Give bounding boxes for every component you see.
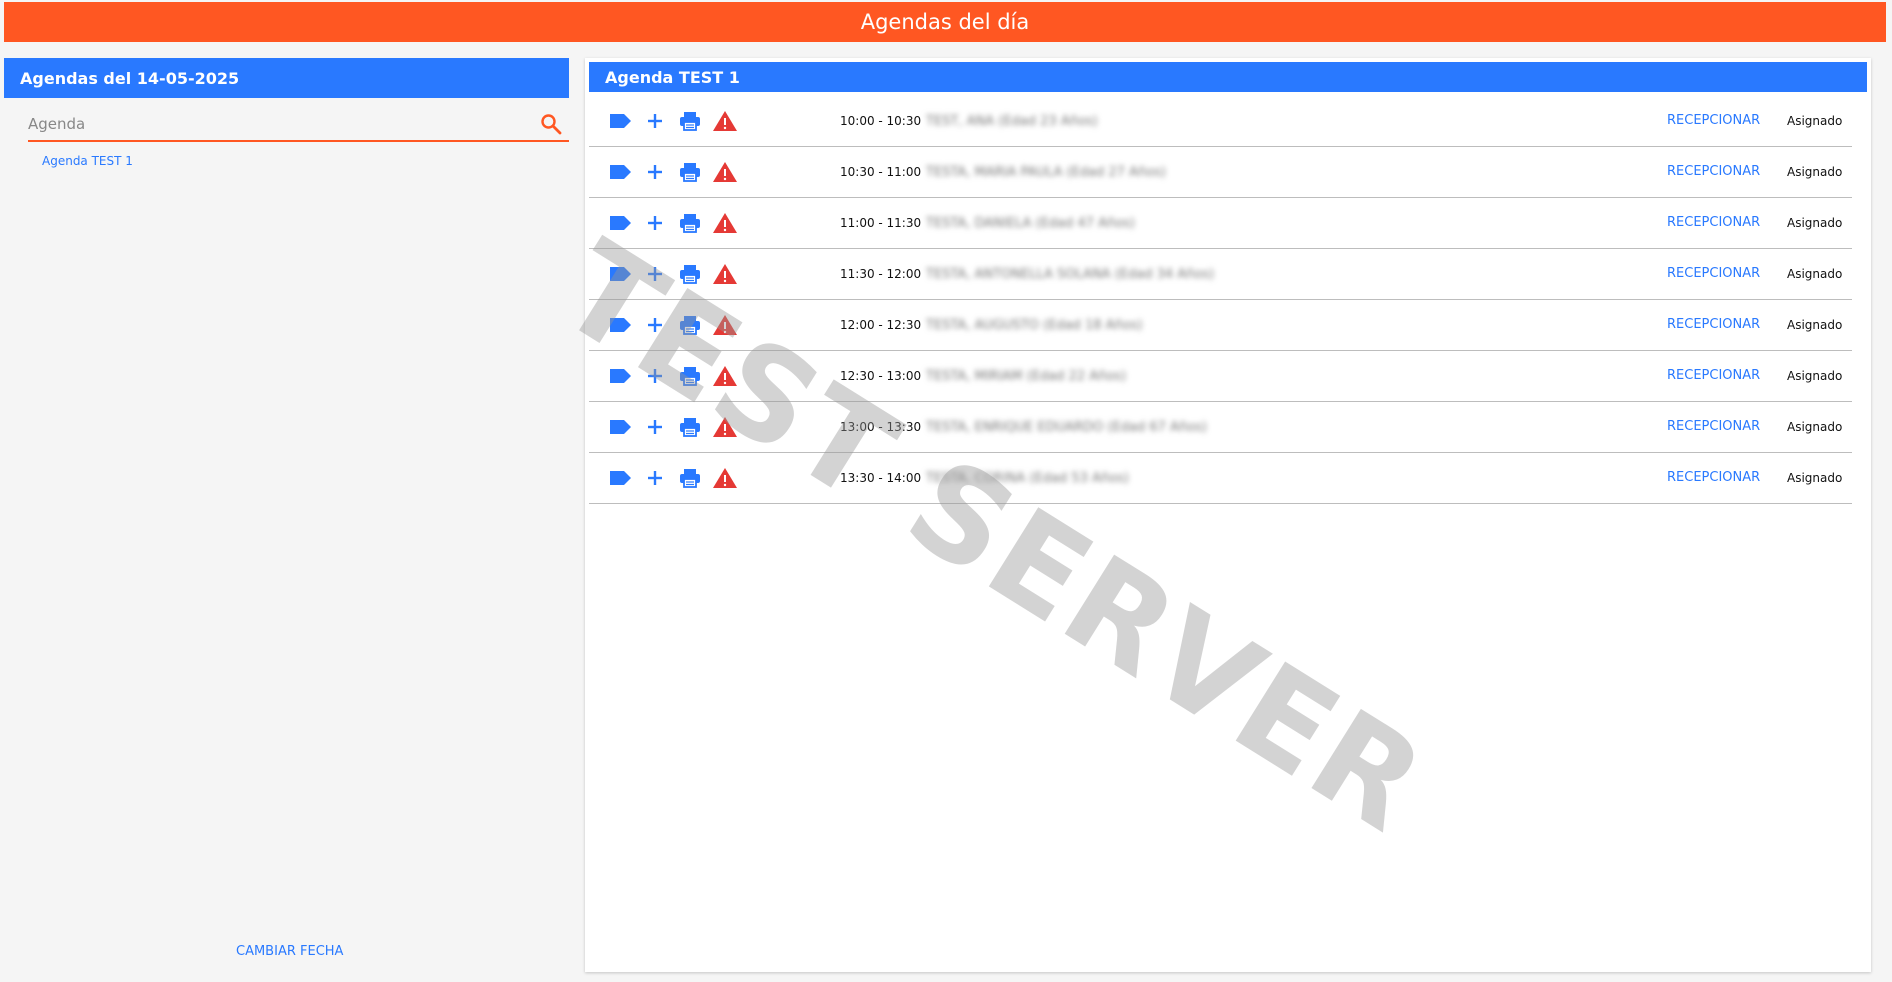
warning-icon[interactable]	[712, 415, 738, 439]
printer-icon[interactable]	[677, 466, 703, 490]
appointment-row: 11:30 - 12:00 TESTA, ANTONELLA SOLANA (Ed…	[589, 249, 1852, 300]
plus-icon[interactable]	[642, 364, 668, 388]
patient-name: TEST, ANA (Edad 23 Años)	[926, 114, 1098, 129]
plus-icon[interactable]	[642, 262, 668, 286]
printer-icon[interactable]	[677, 160, 703, 184]
label-icon[interactable]	[607, 160, 633, 184]
label-icon[interactable]	[607, 211, 633, 235]
label-icon[interactable]	[607, 109, 633, 133]
agenda-item-test-1[interactable]: Agenda TEST 1	[42, 154, 133, 168]
page-title: Agendas del día	[860, 10, 1030, 34]
status-text: Asignado	[1787, 420, 1843, 434]
status-text: Asignado	[1787, 114, 1843, 128]
printer-icon[interactable]	[677, 364, 703, 388]
appointment-time: 12:30 - 13:00	[840, 369, 922, 383]
appointment-time: 11:00 - 11:30	[840, 216, 922, 230]
plus-icon[interactable]	[642, 466, 668, 490]
reception-button[interactable]: RECEPCIONAR	[1667, 164, 1760, 179]
printer-icon[interactable]	[677, 313, 703, 337]
warning-icon[interactable]	[712, 364, 738, 388]
appointment-row: 13:30 - 14:00 TESTA, CORINA (Edad 53 Años…	[589, 453, 1852, 504]
appointment-row: 12:00 - 12:30 TESTA, AUGUSTO (Edad 18 Año…	[589, 300, 1852, 351]
appointment-row: 11:00 - 11:30 TESTA, DANIELA (Edad 47 Año…	[589, 198, 1852, 249]
appointment-time: 13:30 - 14:00	[840, 471, 922, 485]
warning-icon[interactable]	[712, 313, 738, 337]
warning-icon[interactable]	[712, 160, 738, 184]
agenda-search-input[interactable]	[28, 108, 569, 140]
appointment-row: 10:00 - 10:30 TEST, ANA (Edad 23 Años) REC…	[589, 96, 1852, 147]
reception-button[interactable]: RECEPCIONAR	[1667, 215, 1760, 230]
appointment-time: 13:00 - 13:30	[840, 420, 922, 434]
status-text: Asignado	[1787, 216, 1843, 230]
warning-icon[interactable]	[712, 211, 738, 235]
printer-icon[interactable]	[677, 109, 703, 133]
label-icon[interactable]	[607, 262, 633, 286]
agenda-detail-header: Agenda TEST 1	[589, 62, 1867, 92]
agenda-search	[28, 108, 569, 142]
plus-icon[interactable]	[642, 160, 668, 184]
reception-button[interactable]: RECEPCIONAR	[1667, 113, 1760, 128]
search-icon[interactable]	[539, 112, 563, 136]
appointment-list: 10:00 - 10:30 TEST, ANA (Edad 23 Años) REC…	[589, 96, 1852, 504]
status-text: Asignado	[1787, 369, 1843, 383]
warning-icon[interactable]	[712, 466, 738, 490]
plus-icon[interactable]	[642, 415, 668, 439]
warning-icon[interactable]	[712, 109, 738, 133]
agenda-list-header: Agendas del 14-05-2025	[4, 58, 569, 98]
status-text: Asignado	[1787, 267, 1843, 281]
reception-button[interactable]: RECEPCIONAR	[1667, 368, 1760, 383]
appointment-row: 10:30 - 11:00 TESTA, MARIA PAULA (Edad 27…	[589, 147, 1852, 198]
patient-name: TESTA, CORINA (Edad 53 Años)	[926, 471, 1129, 486]
appointment-row: 12:30 - 13:00 TESTA, MIRIAM (Edad 22 Años…	[589, 351, 1852, 402]
patient-name: TESTA, ANTONELLA SOLANA (Edad 34 Años)	[926, 267, 1215, 282]
status-text: Asignado	[1787, 165, 1843, 179]
reception-button[interactable]: RECEPCIONAR	[1667, 317, 1760, 332]
label-icon[interactable]	[607, 364, 633, 388]
appointment-row: 13:00 - 13:30 TESTA, ENRIQUE EDUARDO (Eda…	[589, 402, 1852, 453]
agenda-list-title: Agendas del 14-05-2025	[20, 68, 240, 88]
patient-name: TESTA, MIRIAM (Edad 22 Años)	[926, 369, 1127, 384]
plus-icon[interactable]	[642, 211, 668, 235]
label-icon[interactable]	[607, 466, 633, 490]
warning-icon[interactable]	[712, 262, 738, 286]
printer-icon[interactable]	[677, 262, 703, 286]
label-icon[interactable]	[607, 313, 633, 337]
reception-button[interactable]: RECEPCIONAR	[1667, 266, 1760, 281]
printer-icon[interactable]	[677, 415, 703, 439]
appointment-time: 10:30 - 11:00	[840, 165, 922, 179]
status-text: Asignado	[1787, 471, 1843, 485]
agenda-detail-panel: Agenda TEST 1 10:00 - 10:30 TEST, ANA (Ed…	[585, 58, 1871, 972]
change-date-button[interactable]: CAMBIAR FECHA	[236, 944, 343, 959]
status-text: Asignado	[1787, 318, 1843, 332]
agenda-detail-title: Agenda TEST 1	[605, 67, 740, 87]
plus-icon[interactable]	[642, 313, 668, 337]
agenda-list-panel: Agendas del 14-05-2025 Agenda TEST 1 CAM…	[4, 58, 569, 972]
appointment-time: 12:00 - 12:30	[840, 318, 922, 332]
reception-button[interactable]: RECEPCIONAR	[1667, 419, 1760, 434]
patient-name: TESTA, ENRIQUE EDUARDO (Edad 67 Años)	[926, 420, 1207, 435]
label-icon[interactable]	[607, 415, 633, 439]
patient-name: TESTA, AUGUSTO (Edad 18 Años)	[926, 318, 1143, 333]
appointment-time: 10:00 - 10:30	[840, 114, 922, 128]
printer-icon[interactable]	[677, 211, 703, 235]
appointment-time: 11:30 - 12:00	[840, 267, 922, 281]
patient-name: TESTA, DANIELA (Edad 47 Años)	[926, 216, 1136, 231]
top-bar: Agendas del día	[4, 2, 1886, 42]
patient-name: TESTA, MARIA PAULA (Edad 27 Años)	[926, 165, 1166, 180]
plus-icon[interactable]	[642, 109, 668, 133]
reception-button[interactable]: RECEPCIONAR	[1667, 470, 1760, 485]
